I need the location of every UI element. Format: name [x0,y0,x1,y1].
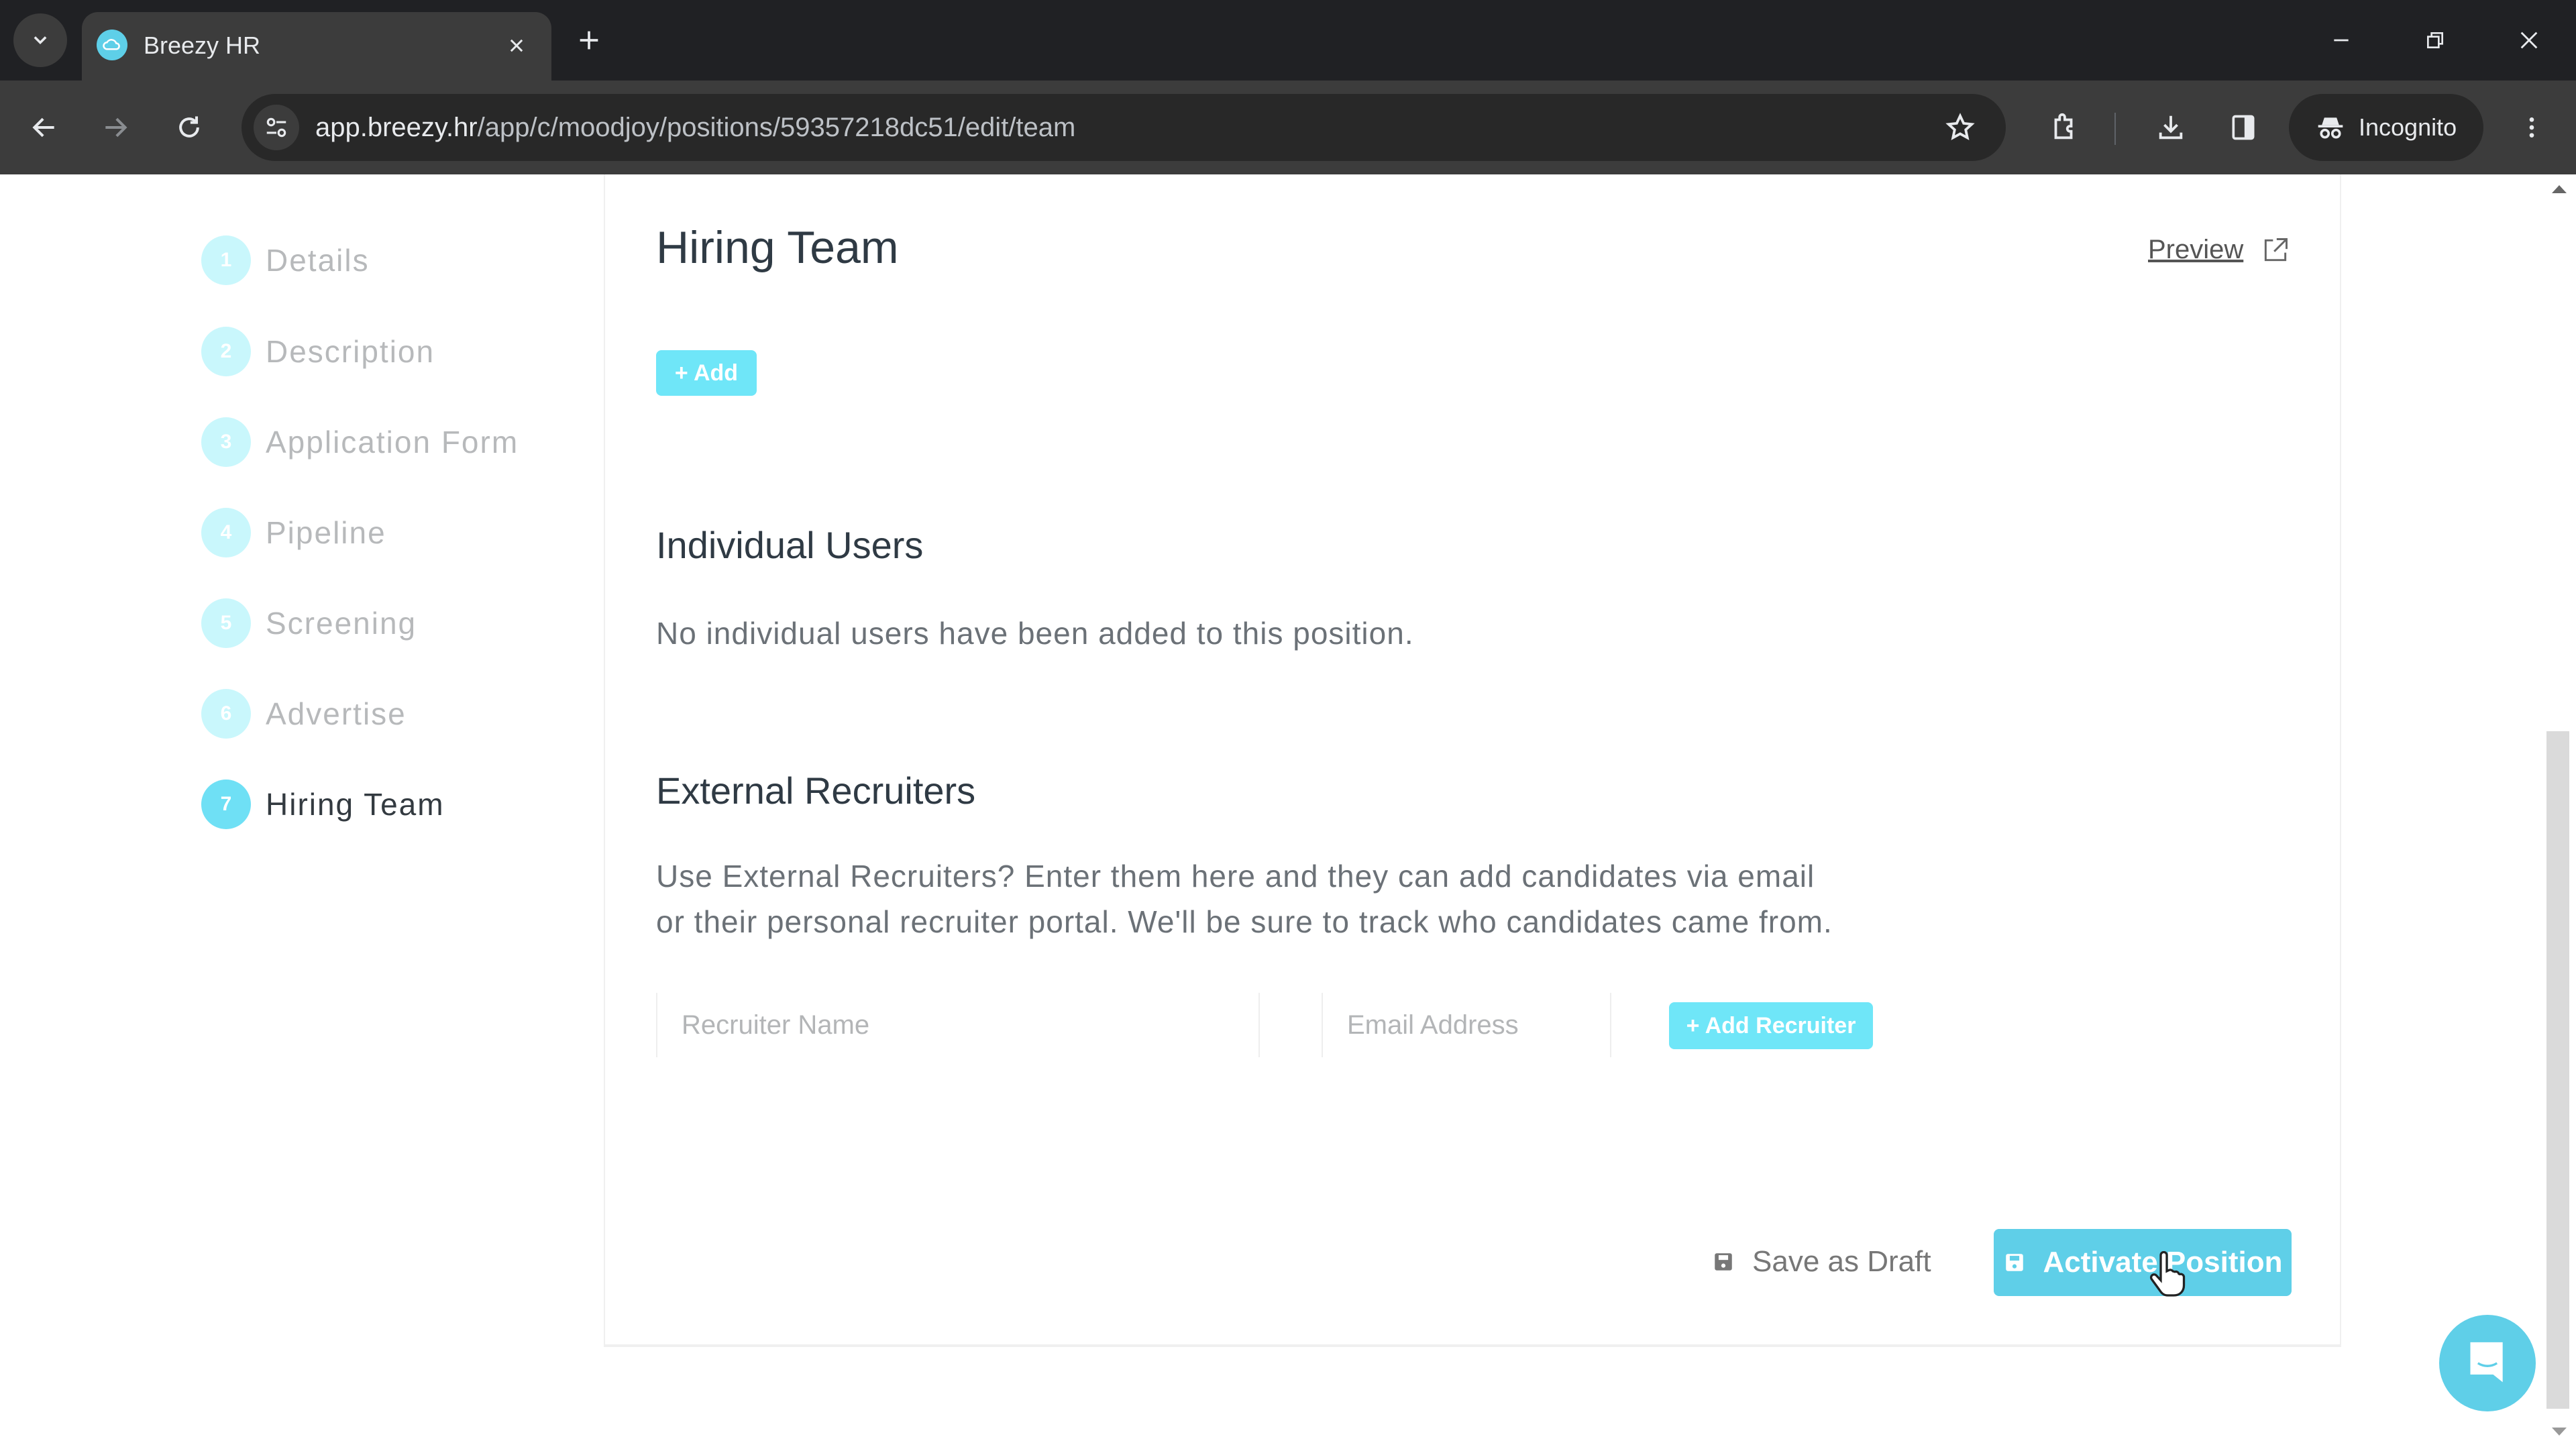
step-application-form[interactable]: 3 Application Form [201,415,604,469]
minimize-icon [2334,39,2349,42]
add-recruiter-button[interactable]: + Add Recruiter [1669,1002,1873,1049]
preview-link-group[interactable]: Preview [2148,235,2290,265]
chat-icon [2470,1342,2503,1383]
step-number: 6 [201,689,251,739]
step-number: 2 [201,327,251,376]
chevron-down-icon [34,36,47,44]
url-path: /app/c/moodjoy/positions/59357218dc51/ed… [477,113,1076,142]
breezy-cloud-icon [97,30,127,60]
star-icon [1945,113,1975,141]
individual-users-empty-text: No individual users have been added to t… [656,616,1414,651]
forward-icon [105,117,127,138]
extensions-button[interactable] [2039,103,2088,152]
step-screening[interactable]: 5 Screening [201,596,604,650]
tab-close-button[interactable] [498,27,535,64]
page-scrollbar[interactable] [2542,174,2576,1449]
step-description[interactable]: 2 Description [201,325,604,378]
tab-title: Breezy HR [144,32,261,59]
downloads-button[interactable] [2147,103,2195,152]
side-panel-icon [2232,115,2255,140]
form-actions: Save as Draft Activate Position [605,1229,2343,1296]
step-number: 7 [201,780,251,829]
external-recruiters-description-line1: Use External Recruiters? Enter them here… [656,859,1815,894]
page-title: Hiring Team [656,222,899,273]
add-team-member-button[interactable]: + Add [656,350,757,396]
recruiter-email-input[interactable] [1322,993,1611,1057]
incognito-indicator[interactable]: Incognito [2289,94,2483,161]
step-label: Pipeline [266,515,386,550]
step-number: 1 [201,235,251,285]
chat-widget-button[interactable] [2439,1315,2536,1411]
recruiter-name-input[interactable] [656,993,1260,1057]
close-icon [510,39,523,52]
hiring-team-card: Hiring Team Preview + Add Individual Use… [604,174,2341,1347]
step-label: Hiring Team [266,787,445,822]
address-bar[interactable]: app.breezy.hr/app/c/moodjoy/positions/59… [241,94,2006,161]
reload-icon [179,116,199,138]
step-label: Screening [266,606,417,641]
site-info-button[interactable] [254,105,299,150]
scrollbar-thumb[interactable] [2546,731,2569,1409]
forward-button[interactable] [91,103,140,152]
step-number: 4 [201,508,251,557]
scroll-up-arrow-icon[interactable] [2552,185,2567,193]
add-recruiter-form: + Add Recruiter [656,993,1873,1057]
external-recruiters-description-line2: or their personal recruiter portal. We'l… [656,904,1833,939]
browser-toolbar: app.breezy.hr/app/c/moodjoy/positions/59… [0,80,2576,174]
restore-button[interactable] [2408,16,2462,64]
preview-link[interactable]: Preview [2148,235,2243,265]
scroll-down-arrow-icon[interactable] [2552,1428,2567,1436]
floppy-disk-icon [1715,1253,1732,1271]
step-number: 3 [201,417,251,467]
step-advertise[interactable]: 6 Advertise [201,687,604,741]
extensions-icon [2054,113,2073,140]
new-tab-button[interactable] [569,20,609,60]
incognito-label: Incognito [2359,113,2457,141]
back-button[interactable] [20,103,68,152]
save-as-draft-button[interactable]: Save as Draft [1712,1245,1931,1279]
step-label: Description [266,334,435,369]
url-host: app.breezy.hr [315,113,478,142]
step-hiring-team[interactable]: 7 Hiring Team [201,777,604,831]
minimize-button[interactable] [2314,16,2368,64]
step-pipeline[interactable]: 4 Pipeline [201,506,604,559]
plus-icon [580,31,598,50]
back-icon [32,117,54,138]
page-content: 1 Details 2 Description 3 Application Fo… [0,174,2576,1449]
step-label: Details [266,243,370,278]
individual-users-heading: Individual Users [656,524,924,566]
close-window-icon [2520,32,2538,49]
activate-position-button[interactable]: Activate Position [1994,1229,2292,1296]
step-details[interactable]: 1 Details [201,233,604,287]
browser-tab[interactable]: Breezy HR [82,12,551,80]
more-menu-icon [2529,117,2534,138]
incognito-icon [2318,117,2343,139]
download-icon [2159,115,2183,140]
browser-tabstrip: Breezy HR [0,0,2576,80]
hand-cursor-icon [2149,1251,2186,1297]
more-menu-button[interactable] [2508,103,2556,152]
toolbar-divider [2114,113,2116,145]
tab-search-button[interactable] [13,13,67,67]
reload-button[interactable] [165,103,213,152]
close-window-button[interactable] [2502,16,2556,64]
step-number: 5 [201,598,251,648]
bookmark-button[interactable] [1936,103,1984,152]
external-link-icon[interactable] [2261,235,2290,265]
step-label: Advertise [266,696,407,731]
restore-icon [2427,32,2443,48]
floppy-disk-icon [2005,1254,2023,1271]
step-label: Application Form [266,425,519,460]
url-text[interactable]: app.breezy.hr/app/c/moodjoy/positions/59… [315,110,1075,145]
external-recruiters-heading: External Recruiters [656,769,976,812]
side-panel-button[interactable] [2219,103,2267,152]
site-info-icon [266,117,286,138]
save-as-draft-label: Save as Draft [1752,1245,1931,1278]
